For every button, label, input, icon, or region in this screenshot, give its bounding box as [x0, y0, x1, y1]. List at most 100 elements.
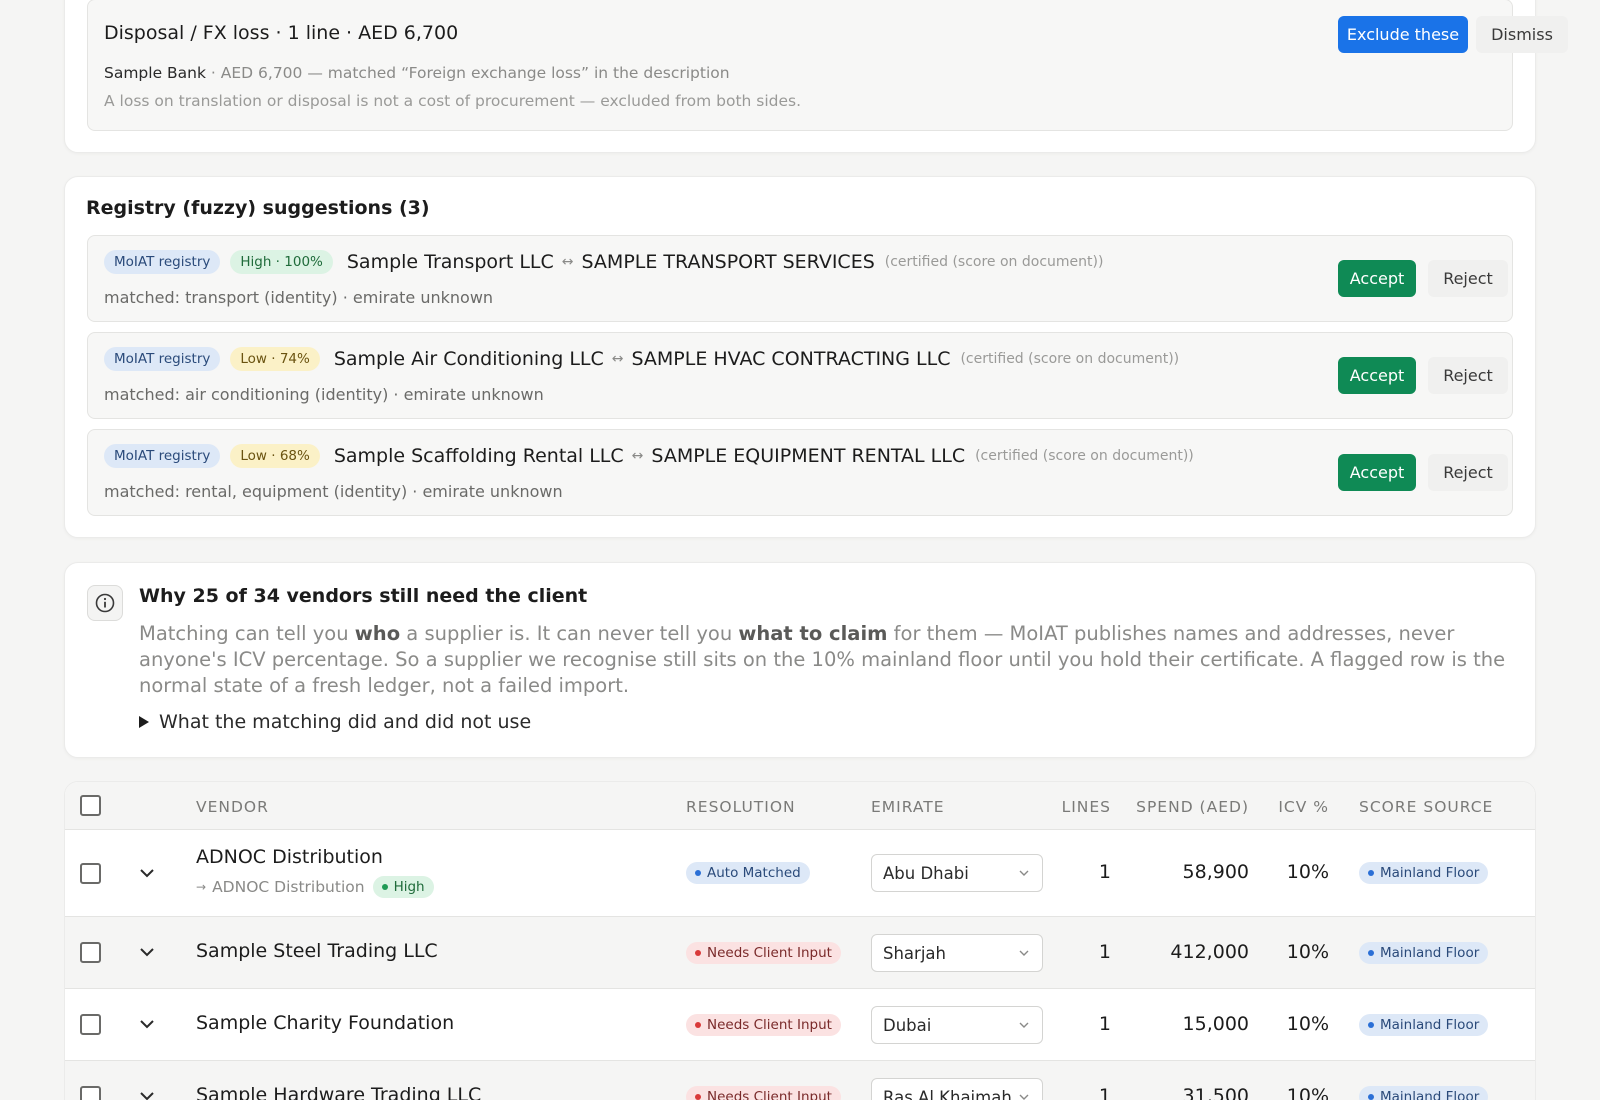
header-vendor[interactable]: VENDOR — [196, 798, 269, 816]
table-row[interactable]: Sample Hardware Trading LLC Needs Client… — [65, 1061, 1535, 1100]
icv-percent: 10% — [1286, 1085, 1329, 1100]
header-lines[interactable]: LINES — [1061, 798, 1111, 816]
header-icv[interactable]: ICV % — [1269, 798, 1329, 816]
matched-terms: matched: transport (identity) · emirate … — [104, 288, 494, 307]
header-spend[interactable]: SPEND (AED) — [1129, 798, 1249, 816]
badge-label: Mainland Floor — [1380, 865, 1480, 881]
reject-button[interactable]: Reject — [1428, 454, 1508, 491]
matched-terms: matched: rental, equipment (identity) · … — [104, 482, 563, 501]
lines-count: 1 — [1098, 1085, 1111, 1100]
accept-button[interactable]: Accept — [1338, 357, 1416, 394]
header-resolution[interactable]: RESOLUTION — [686, 798, 796, 816]
reject-button[interactable]: Reject — [1428, 260, 1508, 297]
badge-label: Mainland Floor — [1380, 1017, 1480, 1033]
badge-label: Auto Matched — [707, 865, 801, 881]
registry-suggestion-item: MoIAT registry High · 100% Sample Transp… — [87, 235, 1513, 322]
select-chevron-icon — [1019, 1022, 1029, 1028]
chevron-down-icon[interactable] — [139, 866, 155, 880]
exclude-these-button[interactable]: Exclude these — [1338, 16, 1468, 53]
disposal-source-name: Sample Bank — [104, 64, 206, 82]
why-explanation: Matching can tell you who a supplier is.… — [139, 621, 1509, 699]
emirate-value: Abu Dhabi — [883, 863, 969, 883]
table-header: VENDOR RESOLUTION EMIRATE LINES SPEND (A… — [65, 782, 1535, 830]
badge-label: Mainland Floor — [1380, 945, 1480, 961]
why-emphasis: what to claim — [738, 622, 888, 645]
select-chevron-icon — [1019, 950, 1029, 956]
registry-heading: Registry (fuzzy) suggestions (3) — [86, 197, 430, 219]
badge-label: High — [393, 879, 425, 895]
why-text: Matching can tell you — [139, 622, 355, 645]
emirate-select[interactable]: Ras Al Khaimah — [871, 1078, 1043, 1100]
matching-details-toggle[interactable]: What the matching did and did not use — [139, 711, 531, 733]
certification-note: (certified (score on document)) — [884, 254, 1104, 270]
disposal-suggestion: Disposal / FX loss · 1 line · AED 6,700 … — [87, 0, 1568, 131]
table-row[interactable]: Sample Steel Trading LLC Needs Client In… — [65, 917, 1535, 989]
vendor-table: VENDOR RESOLUTION EMIRATE LINES SPEND (A… — [64, 781, 1536, 1100]
registry-source-badge: MoIAT registry — [104, 444, 221, 468]
why-heading: Why 25 of 34 vendors still need the clie… — [139, 585, 588, 607]
registry-suggestions-card: Registry (fuzzy) suggestions (3) MoIAT r… — [64, 176, 1536, 538]
match-arrow-icon: ↔ — [611, 351, 624, 367]
table-row[interactable]: Sample Charity Foundation Needs Client I… — [65, 989, 1535, 1061]
spend-amount: 15,000 — [1182, 1013, 1249, 1035]
registry-source-badge: MoIAT registry — [104, 347, 221, 371]
spend-amount: 58,900 — [1182, 861, 1249, 883]
select-chevron-icon — [1019, 1094, 1029, 1100]
resolution-badge: Needs Client Input — [686, 942, 841, 964]
ledger-vendor-name: Sample Transport LLC — [346, 251, 554, 273]
score-source-badge: Mainland Floor — [1359, 862, 1489, 884]
header-emirate[interactable]: EMIRATE — [871, 798, 945, 816]
certification-note: (certified (score on document)) — [975, 448, 1194, 464]
badge-label: Mainland Floor — [1380, 1089, 1480, 1100]
reject-button[interactable]: Reject — [1428, 357, 1508, 394]
emirate-value: Sharjah — [883, 943, 946, 963]
icv-percent: 10% — [1286, 1013, 1329, 1035]
confidence-badge: Low · 68% — [230, 444, 320, 468]
accept-button[interactable]: Accept — [1338, 454, 1416, 491]
vendor-name: Sample Charity Foundation — [196, 1012, 455, 1034]
match-arrow-icon: ↔ — [631, 448, 644, 464]
registry-source-badge: MoIAT registry — [104, 250, 221, 274]
badge-label: Needs Client Input — [707, 1089, 832, 1100]
row-checkbox[interactable] — [80, 863, 101, 884]
header-score-source[interactable]: SCORE SOURCE — [1359, 798, 1493, 816]
row-checkbox[interactable] — [80, 942, 101, 963]
emirate-value: Dubai — [883, 1015, 932, 1035]
disclosure-triangle-icon — [139, 716, 149, 728]
lines-count: 1 — [1098, 941, 1111, 963]
score-source-badge: Mainland Floor — [1359, 942, 1489, 964]
resolution-badge: Needs Client Input — [686, 1014, 841, 1036]
icv-percent: 10% — [1286, 861, 1329, 883]
chevron-down-icon[interactable] — [139, 945, 155, 959]
score-source-badge: Mainland Floor — [1359, 1086, 1489, 1100]
why-text: a supplier is. It can never tell you — [400, 622, 739, 645]
matched-vendor-name: ADNOC Distribution — [212, 878, 365, 896]
emirate-select[interactable]: Abu Dhabi — [871, 854, 1043, 892]
chevron-down-icon[interactable] — [139, 1089, 155, 1100]
ledger-vendor-name: Sample Air Conditioning LLC — [333, 348, 604, 370]
dismiss-button[interactable]: Dismiss — [1476, 16, 1568, 53]
registry-suggestion-item: MoIAT registry Low · 74% Sample Air Cond… — [87, 332, 1513, 419]
emirate-select[interactable]: Sharjah — [871, 934, 1043, 972]
accept-button[interactable]: Accept — [1338, 260, 1416, 297]
why-emphasis: who — [354, 622, 401, 645]
emirate-select[interactable]: Dubai — [871, 1006, 1043, 1044]
certification-note: (certified (score on document)) — [960, 351, 1180, 367]
select-chevron-icon — [1019, 870, 1029, 876]
row-checkbox[interactable] — [80, 1086, 101, 1100]
emirate-value: Ras Al Khaimah — [883, 1087, 1012, 1100]
match-arrow-icon: ↔ — [561, 254, 574, 270]
spend-amount: 31,500 — [1182, 1085, 1249, 1100]
disposal-card: Disposal / FX loss · 1 line · AED 6,700 … — [64, 0, 1568, 153]
disposal-title: Disposal / FX loss · 1 line · AED 6,700 — [104, 22, 459, 44]
resolution-badge: Auto Matched — [686, 862, 810, 884]
select-all-checkbox[interactable] — [80, 795, 101, 816]
chevron-down-icon[interactable] — [139, 1017, 155, 1031]
vendor-match: → ADNOC Distribution High — [196, 876, 434, 898]
lines-count: 1 — [1098, 1013, 1111, 1035]
row-checkbox[interactable] — [80, 1014, 101, 1035]
resolution-badge: Needs Client Input — [686, 1086, 841, 1100]
registry-suggestion-item: MoIAT registry Low · 68% Sample Scaffold… — [87, 429, 1513, 516]
confidence-badge: Low · 74% — [230, 347, 320, 371]
table-row[interactable]: ADNOC Distribution → ADNOC Distribution … — [65, 830, 1535, 917]
